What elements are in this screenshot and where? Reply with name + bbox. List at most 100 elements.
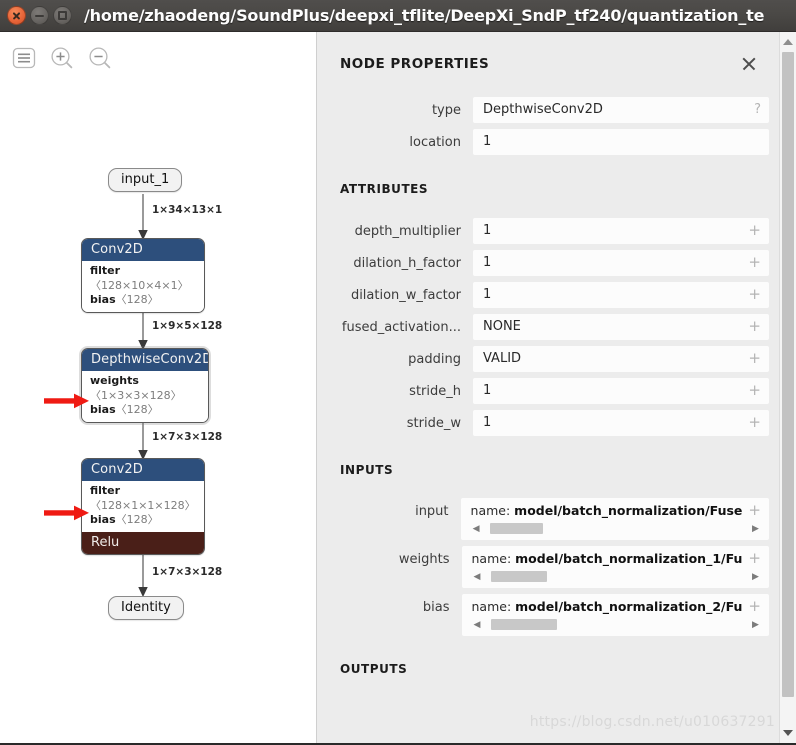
close-icon <box>12 11 21 20</box>
expand-icon[interactable]: + <box>742 502 761 518</box>
scroll-right-icon[interactable]: ▶ <box>750 571 761 582</box>
property-label: type <box>431 103 461 118</box>
expand-icon[interactable]: + <box>742 350 761 366</box>
graph-node-input_1[interactable]: input_1 <box>108 168 183 192</box>
scroll-right-icon[interactable]: ▶ <box>750 523 761 534</box>
attr-key: filter <box>90 264 121 277</box>
scroll-down-button[interactable] <box>780 725 796 741</box>
expand-icon[interactable]: + <box>742 286 761 302</box>
attr-key: filter <box>90 484 121 497</box>
graph-node-conv2d-1[interactable]: Conv2D filter〈128×10×4×1〉 bias〈128〉 <box>81 238 205 313</box>
property-field-location[interactable]: 1 <box>473 129 769 155</box>
scroll-thumb[interactable] <box>490 619 558 630</box>
graph-node-attr-bias: bias〈128〉 <box>90 403 200 418</box>
expand-icon[interactable]: + <box>742 550 761 566</box>
scroll-track[interactable] <box>482 619 750 630</box>
edge-label-3: 1×7×3×128 <box>152 431 223 443</box>
section-heading-outputs: OUTPUTS <box>340 662 408 676</box>
scroll-up-button[interactable] <box>780 34 796 50</box>
attribute-field[interactable]: 1 + <box>473 282 769 308</box>
application-window: /home/zhaodeng/SoundPlus/deepxi_tflite/D… <box>0 0 796 745</box>
red-arrow-conv2-bias <box>44 505 89 521</box>
graph-node-identity[interactable]: Identity <box>108 596 184 620</box>
graph-node-title: Conv2D <box>82 239 204 261</box>
graph-node-label: input_1 <box>121 172 170 187</box>
expand-icon[interactable]: + <box>742 254 761 270</box>
graph-node-conv2d-2[interactable]: Conv2D filter〈128×1×1×128〉 bias〈128〉 Rel… <box>81 458 205 555</box>
attribute-field[interactable]: VALID + <box>473 346 769 372</box>
scroll-track[interactable] <box>481 523 750 534</box>
tensor-name-prefix: name: <box>470 503 515 518</box>
tensor-scrollbar[interactable]: ◀ ▶ <box>471 618 761 631</box>
graph-node-body: weights〈1×3×3×128〉 bias〈128〉 <box>82 371 208 422</box>
tensor-scrollbar[interactable]: ◀ ▶ <box>470 522 761 535</box>
attribute-field[interactable]: NONE + <box>473 314 769 340</box>
attribute-field[interactable]: 1 + <box>473 410 769 436</box>
expand-icon[interactable]: + <box>742 222 761 238</box>
expand-icon[interactable]: + <box>742 318 761 334</box>
node-properties-panel: NODE PROPERTIES type DepthwiseConv2D ? l… <box>317 32 796 743</box>
expand-icon[interactable]: + <box>742 414 761 430</box>
attribute-label: dilation_h_factor <box>353 256 461 271</box>
tensor-name-value: model/batch_normalization_1/Fu <box>515 551 743 566</box>
scroll-thumb[interactable] <box>490 571 547 582</box>
panel-close-button[interactable] <box>739 54 759 74</box>
attribute-row-dilation-h-factor: dilation_h_factor 1 + <box>317 250 779 276</box>
edge-label-1: 1×34×13×1 <box>152 204 223 216</box>
input-row-bias: bias name: model/batch_normalization_2/F… <box>317 594 779 636</box>
tensor-name-prefix: name: <box>471 599 516 614</box>
attribute-field[interactable]: 1 + <box>473 218 769 244</box>
scroll-track[interactable] <box>482 571 750 582</box>
attribute-field[interactable]: 1 + <box>473 250 769 276</box>
attribute-field[interactable]: 1 + <box>473 378 769 404</box>
red-arrow-dwconv-bias <box>44 393 89 409</box>
scroll-left-icon[interactable]: ◀ <box>472 619 483 630</box>
window-controls <box>0 6 72 25</box>
graph-node-attr-filter: filter〈128×10×4×1〉 <box>90 264 196 293</box>
tensor-name-value: model/batch_normalization/Fuse <box>514 503 743 518</box>
title-bar: /home/zhaodeng/SoundPlus/deepxi_tflite/D… <box>0 0 796 32</box>
graph-node-attr-filter: filter〈128×1×1×128〉 <box>90 484 196 513</box>
help-icon[interactable]: ? <box>748 101 761 118</box>
graph-node-title: DepthwiseConv2D <box>82 349 208 371</box>
node-properties-content: NODE PROPERTIES type DepthwiseConv2D ? l… <box>317 32 779 743</box>
property-row-location: location 1 <box>317 129 779 155</box>
attribute-row-stride-w: stride_w 1 + <box>317 410 779 436</box>
attribute-value: VALID <box>483 351 522 366</box>
attribute-label: padding <box>408 352 461 367</box>
input-field-input[interactable]: name: model/batch_normalization/Fuse + ◀… <box>460 498 769 540</box>
property-value: 1 <box>483 134 492 149</box>
scroll-right-icon[interactable]: ▶ <box>750 619 761 630</box>
tensor-scrollbar[interactable]: ◀ ▶ <box>471 570 761 583</box>
graph-node-attr-bias: bias〈128〉 <box>90 293 196 308</box>
graph-node-attr-weights: weights〈1×3×3×128〉 <box>90 374 200 403</box>
tensor-name-prefix: name: <box>471 551 516 566</box>
scroll-thumb[interactable] <box>782 52 794 697</box>
graph-node-title: Conv2D <box>82 459 204 481</box>
expand-icon[interactable]: + <box>742 598 761 614</box>
triangle-down-icon <box>783 730 793 736</box>
attribute-row-dilation-w-factor: dilation_w_factor 1 + <box>317 282 779 308</box>
window-maximize-button[interactable] <box>53 6 72 25</box>
input-label: input <box>415 504 449 519</box>
scroll-left-icon[interactable]: ◀ <box>471 523 482 534</box>
graph-node-attr-bias: bias〈128〉 <box>90 513 196 528</box>
attr-key: weights <box>90 374 139 387</box>
graph-node-label: Identity <box>121 600 171 615</box>
panel-title: NODE PROPERTIES <box>340 56 490 72</box>
tensor-name: name: model/batch_normalization_1/Fu <box>472 550 743 567</box>
window-title: /home/zhaodeng/SoundPlus/deepxi_tflite/D… <box>84 6 765 25</box>
window-minimize-button[interactable] <box>30 6 49 25</box>
property-field-type[interactable]: DepthwiseConv2D ? <box>473 97 769 123</box>
input-label: bias <box>422 600 450 615</box>
scroll-thumb[interactable] <box>489 523 544 534</box>
panel-scrollbar[interactable] <box>779 32 796 743</box>
graph-node-depthwiseconv2d[interactable]: DepthwiseConv2D weights〈1×3×3×128〉 bias〈… <box>81 348 209 423</box>
attribute-row-fused-activation: fused_activation... NONE + <box>317 314 779 340</box>
scroll-left-icon[interactable]: ◀ <box>472 571 483 582</box>
input-field-weights[interactable]: name: model/batch_normalization_1/Fu + ◀… <box>461 546 769 588</box>
window-close-button[interactable] <box>7 6 26 25</box>
expand-icon[interactable]: + <box>742 382 761 398</box>
section-heading-attributes: ATTRIBUTES <box>340 182 429 196</box>
input-field-bias[interactable]: name: model/batch_normalization_2/Fu + ◀… <box>461 594 769 636</box>
